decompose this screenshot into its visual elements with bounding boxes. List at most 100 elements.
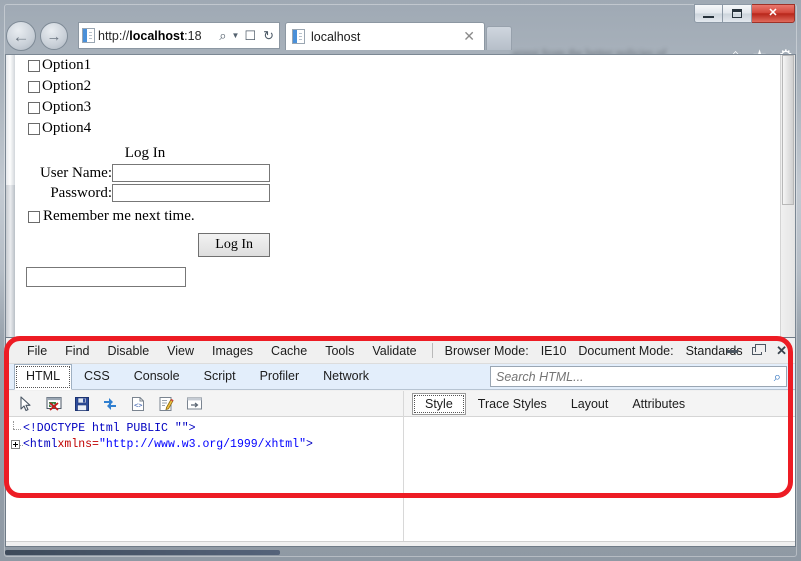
tab-trace-styles[interactable]: Trace Styles <box>466 394 559 414</box>
view-source-icon[interactable]: <> <box>130 396 147 412</box>
tab-profiler[interactable]: Profiler <box>248 365 312 389</box>
menu-cache[interactable]: Cache <box>262 338 316 364</box>
style-pane-body <box>404 417 795 546</box>
menu-find[interactable]: Find <box>56 338 98 364</box>
forward-arrow-icon: → <box>46 27 62 45</box>
search-icon[interactable]: ⌕ <box>774 369 781 385</box>
option2-label: Option2 <box>42 78 92 94</box>
svg-text:<>: <> <box>134 401 142 409</box>
tab-attributes[interactable]: Attributes <box>620 394 697 414</box>
document-mode-label: Document Mode: <box>578 343 674 358</box>
menu-file[interactable]: File <box>18 338 56 364</box>
back-button[interactable]: ← <box>6 21 36 51</box>
tab-close-icon[interactable]: ✕ <box>460 28 478 45</box>
chevron-down-icon[interactable]: ▼ <box>232 31 240 40</box>
menu-view[interactable]: View <box>158 338 203 364</box>
devtools-close-icon[interactable]: ✕ <box>776 343 787 359</box>
menu-disable[interactable]: Disable <box>98 338 158 364</box>
tree-expand-icon[interactable] <box>10 437 23 453</box>
browser-mode-value[interactable]: IE10 <box>535 344 573 358</box>
tab-css[interactable]: CSS <box>72 365 122 389</box>
source-line-html[interactable]: <html xmlns = "http://www.w3.org/1999/xhtm… <box>10 437 403 453</box>
login-button[interactable]: Log In <box>198 233 270 257</box>
html-source-tree[interactable]: <!DOCTYPE html PUBLIC ""> <html xmlns = "h… <box>6 417 403 546</box>
developer-tools-panel: File Find Disable View Images Cache Tool… <box>5 337 796 547</box>
html-attr-value: "http://www.w3.org/1999/xhtml" <box>98 438 306 451</box>
username-input[interactable] <box>112 164 270 182</box>
option3-label: Option3 <box>42 99 92 115</box>
browser-mode-label: Browser Mode: <box>444 343 529 358</box>
devtools-left-pane: <> <!DOCTYPE html PUBLIC ""> <html xmlns… <box>6 391 404 546</box>
menu-divider <box>431 343 433 358</box>
page-vertical-scrollbar[interactable] <box>780 55 795 337</box>
bottom-text-input[interactable] <box>26 267 186 287</box>
menu-images[interactable]: Images <box>203 338 262 364</box>
source-line-doctype[interactable]: <!DOCTYPE html PUBLIC ""> <box>10 421 403 437</box>
refresh-icon[interactable]: ↻ <box>261 28 276 44</box>
devtools-tab-bar: HTML CSS Console Script Profiler Network… <box>6 364 795 390</box>
option-row[interactable]: Option3 <box>28 97 779 118</box>
password-row: Password: <box>20 184 270 202</box>
devtools-window-controls: ✕ <box>727 338 787 364</box>
remember-me-row[interactable]: Remember me next time. <box>28 208 779 225</box>
html-tag-open: <html <box>23 438 58 451</box>
devtools-body: <> <!DOCTYPE html PUBLIC ""> <html xmlns… <box>6 391 795 546</box>
option-row[interactable]: Option4 <box>28 118 779 139</box>
html-tag-close: > <box>305 438 313 451</box>
menu-tools[interactable]: Tools <box>316 338 363 364</box>
browser-tab-localhost[interactable]: localhost ✕ <box>285 22 485 50</box>
navigation-row: ← → http://localhost:18 ⌕ ▼ ☐ ↻ localhos… <box>0 18 801 65</box>
option-row[interactable]: Option1 <box>28 55 779 76</box>
address-bar[interactable]: http://localhost:18 ⌕ ▼ ☐ ↻ <box>78 22 280 49</box>
search-icon[interactable]: ⌕ <box>217 28 228 44</box>
devtools-status-strip <box>6 541 795 546</box>
menu-validate[interactable]: Validate <box>363 338 425 364</box>
select-element-icon[interactable] <box>18 395 35 412</box>
checkbox-remember-me[interactable] <box>28 210 40 223</box>
checkbox-option4[interactable] <box>28 122 40 135</box>
tab-script[interactable]: Script <box>192 365 248 389</box>
doctype-text: <!DOCTYPE html PUBLIC ""> <box>23 422 196 435</box>
tab-network[interactable]: Network <box>311 365 381 389</box>
login-button-row: Log In <box>20 233 270 257</box>
style-tab-bar: Style Trace Styles Layout Attributes <box>404 391 795 417</box>
html-attr-name: xmlns <box>57 438 93 451</box>
search-html-box[interactable]: ⌕ <box>490 366 787 387</box>
address-url-text: http://localhost:18 <box>98 28 202 43</box>
search-html-input[interactable] <box>496 369 774 384</box>
compatibility-view-icon[interactable]: ☐ <box>242 28 258 44</box>
refresh-icon[interactable] <box>102 396 119 412</box>
page-favicon-icon <box>82 28 95 43</box>
tab-style[interactable]: Style <box>412 392 466 415</box>
clear-browser-cache-icon[interactable] <box>46 396 63 412</box>
option4-label: Option4 <box>42 120 92 136</box>
left-scroll-strip[interactable] <box>6 55 15 337</box>
checkbox-option1[interactable] <box>28 59 40 72</box>
option1-label: Option1 <box>42 57 92 73</box>
back-arrow-icon: ← <box>12 26 30 46</box>
devtools-menu-bar: File Find Disable View Images Cache Tool… <box>6 338 795 364</box>
devtools-icon-toolbar: <> <box>6 391 403 417</box>
login-heading: Log In <box>124 145 166 161</box>
new-tab-button[interactable] <box>486 26 512 50</box>
left-scroll-thumb[interactable] <box>6 55 15 185</box>
option-row[interactable]: Option2 <box>28 76 779 97</box>
page-scroll-thumb[interactable] <box>782 55 794 205</box>
tab-html[interactable]: HTML <box>14 364 73 390</box>
forward-button[interactable]: → <box>40 22 68 50</box>
remember-me-label: Remember me next time. <box>43 208 195 224</box>
password-label: Password: <box>50 184 112 201</box>
outline-icon[interactable] <box>186 396 203 412</box>
checkbox-option2[interactable] <box>28 80 40 93</box>
tab-layout[interactable]: Layout <box>559 394 621 414</box>
username-label: User Name: <box>39 164 112 181</box>
save-icon[interactable] <box>74 396 91 412</box>
tab-favicon-icon <box>292 29 305 44</box>
checkbox-option3[interactable] <box>28 101 40 114</box>
password-input[interactable] <box>112 184 270 202</box>
devtools-minimize-icon[interactable] <box>727 349 739 353</box>
tab-console[interactable]: Console <box>122 365 192 389</box>
devtools-restore-icon[interactable] <box>752 344 767 355</box>
browser-window: ✕ ← → http://localhost:18 ⌕ ▼ ☐ ↻ localh… <box>0 0 801 561</box>
edit-icon[interactable] <box>158 396 175 412</box>
